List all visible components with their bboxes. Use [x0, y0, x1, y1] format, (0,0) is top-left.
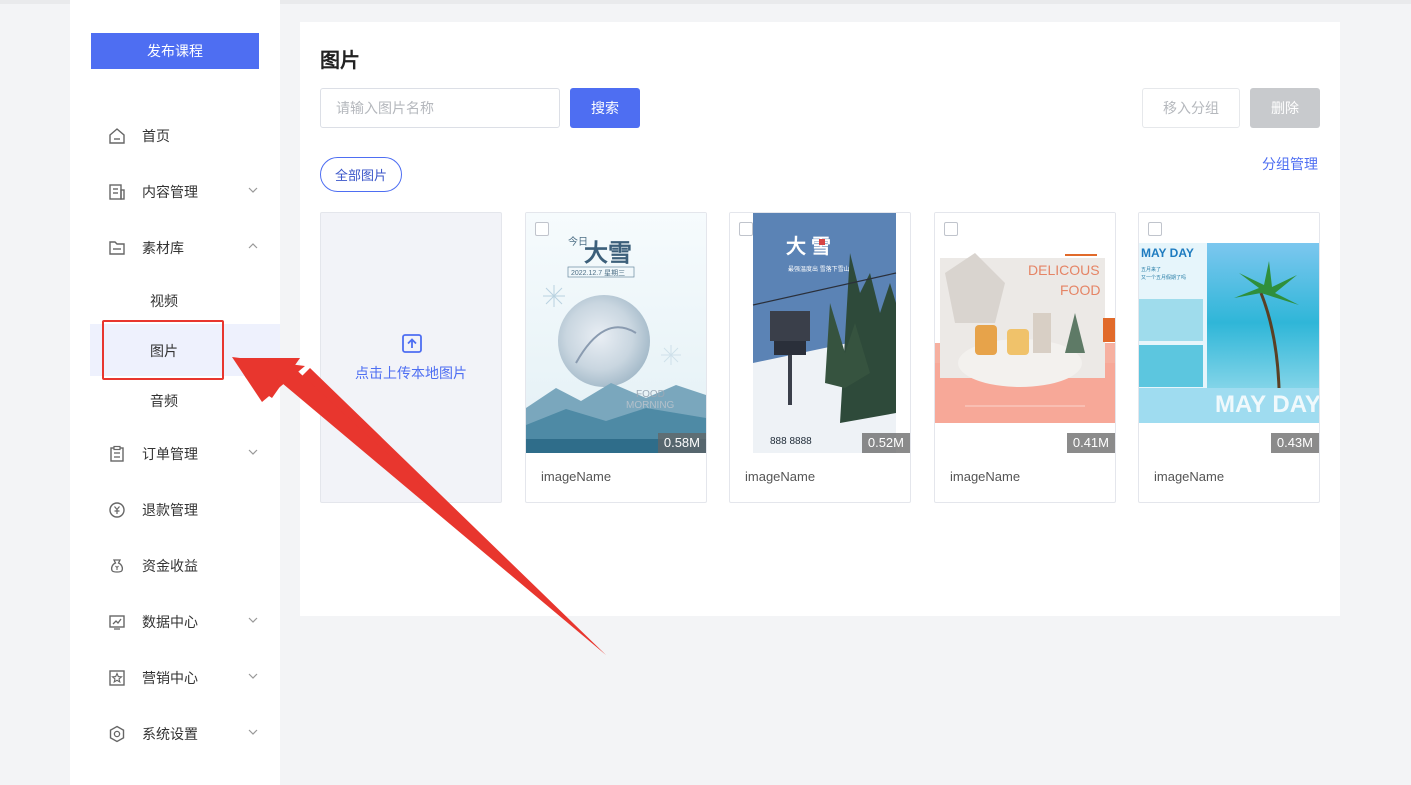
poster-line2: FOOD	[1060, 282, 1100, 298]
poster-line1: DELICOUS	[1028, 262, 1100, 278]
sidebar-subitem-label: 音频	[150, 393, 178, 409]
image-card[interactable]: 今日 大雪 2022.12.7 星期三 FOOD MORNING 0.58M i…	[525, 212, 707, 503]
chevron-up-icon	[248, 243, 258, 249]
highlight-box	[102, 320, 224, 380]
main-panel: 图片 搜索 移入分组 删除 全部图片 分组管理 点击上传本地图片	[300, 22, 1340, 616]
image-card[interactable]: MAY DAY 五月来了 又一个五月假期了吗 MAY DAY 0.43M ima…	[1138, 212, 1320, 503]
image-size-badge: 0.58M	[657, 433, 706, 453]
daxue-poster-graphic: 今日 大雪 2022.12.7 星期三 FOOD MORNING	[526, 213, 706, 453]
poster-morning-text: MORNING	[626, 400, 675, 411]
image-size-badge: 0.52M	[861, 433, 910, 453]
search-input[interactable]	[320, 88, 560, 128]
image-checkbox[interactable]	[739, 222, 753, 236]
sidebar-item-settings[interactable]: 系统设置	[70, 715, 280, 751]
money-bag-icon	[110, 559, 124, 573]
sidebar-item-label: 系统设置	[142, 726, 198, 742]
sidebar-item-label: 营销中心	[142, 670, 198, 686]
poster-title: MAY DAY	[1141, 246, 1194, 260]
star-icon	[109, 670, 125, 686]
folder-icon	[109, 241, 125, 255]
group-manage-link[interactable]: 分组管理	[1262, 154, 1318, 174]
image-thumbnail: 今日 大雪 2022.12.7 星期三 FOOD MORNING	[526, 213, 706, 453]
refund-icon	[109, 502, 125, 518]
clipboard-icon	[110, 445, 124, 462]
image-card[interactable]: 大 雪 最强温度出 雪落下雪山 888 8888 0.52M imageName	[729, 212, 911, 503]
chevron-down-icon	[248, 449, 258, 455]
poster-sub2: 又一个五月假期了吗	[1141, 274, 1186, 281]
image-thumbnail: MAY DAY 五月来了 又一个五月假期了吗 MAY DAY	[1139, 213, 1319, 453]
home-icon	[109, 128, 125, 144]
image-name: imageName	[745, 469, 816, 484]
sidebar-item-orders[interactable]: 订单管理	[70, 435, 280, 471]
poster-phone: 888 8888	[770, 436, 812, 447]
sidebar-item-home[interactable]: 首页	[70, 117, 280, 153]
group-tab-all[interactable]: 全部图片	[320, 157, 402, 192]
image-size-badge: 0.41M	[1066, 433, 1115, 453]
chevron-down-icon	[248, 187, 258, 193]
sidebar-subitem-audio[interactable]: 音频	[90, 374, 280, 426]
food-poster-graphic: DELICOUS FOOD	[935, 213, 1115, 453]
sidebar-item-content[interactable]: 内容管理	[70, 173, 280, 209]
sidebar-item-label: 内容管理	[142, 184, 198, 200]
gear-icon	[109, 725, 125, 743]
ski-lift-poster-graphic: 大 雪 最强温度出 雪落下雪山 888 8888	[730, 213, 910, 453]
upload-icon	[402, 334, 422, 353]
publish-course-button[interactable]: 发布课程	[91, 33, 259, 69]
image-size-badge: 0.43M	[1270, 433, 1319, 453]
sidebar-item-refund[interactable]: 退款管理	[70, 491, 280, 527]
sidebar-item-label: 资金收益	[142, 558, 198, 574]
image-name: imageName	[541, 469, 612, 484]
sidebar-item-label: 素材库	[142, 240, 184, 256]
image-checkbox[interactable]	[1148, 222, 1162, 236]
chevron-down-icon	[248, 729, 258, 735]
poster-subtitle: 最强温度出 雪落下雪山	[788, 265, 850, 273]
image-thumbnail: DELICOUS FOOD	[935, 213, 1115, 453]
sidebar-subitem-label: 视频	[150, 293, 178, 309]
poster-food-text: FOOD	[636, 389, 665, 400]
content-icon	[109, 184, 125, 200]
sidebar-item-marketing[interactable]: 营销中心	[70, 659, 280, 695]
poster-big-text: MAY DAY	[1215, 391, 1319, 418]
sidebar-item-library[interactable]: 素材库	[70, 229, 280, 265]
image-name: imageName	[950, 469, 1021, 484]
delete-button[interactable]: 删除	[1250, 88, 1320, 128]
page-title: 图片	[320, 50, 360, 72]
sidebar-item-label: 退款管理	[142, 502, 198, 518]
sidebar-item-label: 数据中心	[142, 614, 198, 630]
sidebar-subitem-video[interactable]: 视频	[90, 274, 280, 326]
chart-icon	[109, 615, 125, 630]
move-to-group-button[interactable]: 移入分组	[1142, 88, 1240, 128]
sidebar-item-label: 订单管理	[142, 446, 198, 462]
sidebar-item-data[interactable]: 数据中心	[70, 603, 280, 639]
chevron-down-icon	[248, 617, 258, 623]
image-checkbox[interactable]	[535, 222, 549, 236]
sidebar-item-earnings[interactable]: 资金收益	[70, 547, 280, 583]
upload-label: 点击上传本地图片	[355, 365, 467, 381]
image-name: imageName	[1154, 469, 1225, 484]
chevron-down-icon	[248, 673, 258, 679]
image-card[interactable]: DELICOUS FOOD 0.41M imageName	[934, 212, 1116, 503]
poster-title: 大 雪	[786, 235, 831, 258]
sidebar-item-label: 首页	[142, 128, 170, 144]
image-checkbox[interactable]	[944, 222, 958, 236]
beach-poster-graphic: MAY DAY 五月来了 又一个五月假期了吗 MAY DAY	[1139, 213, 1319, 453]
upload-card[interactable]: 点击上传本地图片	[320, 212, 502, 503]
search-button[interactable]: 搜索	[570, 88, 640, 128]
poster-sub1: 五月来了	[1141, 266, 1161, 273]
image-thumbnail: 大 雪 最强温度出 雪落下雪山 888 8888	[730, 213, 910, 453]
sidebar: 发布课程 首页 内容管理 素材库 视频 图片 音频 订单管理 退款管理 资金收益…	[70, 0, 280, 785]
poster-date: 2022.12.7 星期三	[571, 269, 625, 277]
poster-big-text: 大雪	[584, 240, 632, 267]
